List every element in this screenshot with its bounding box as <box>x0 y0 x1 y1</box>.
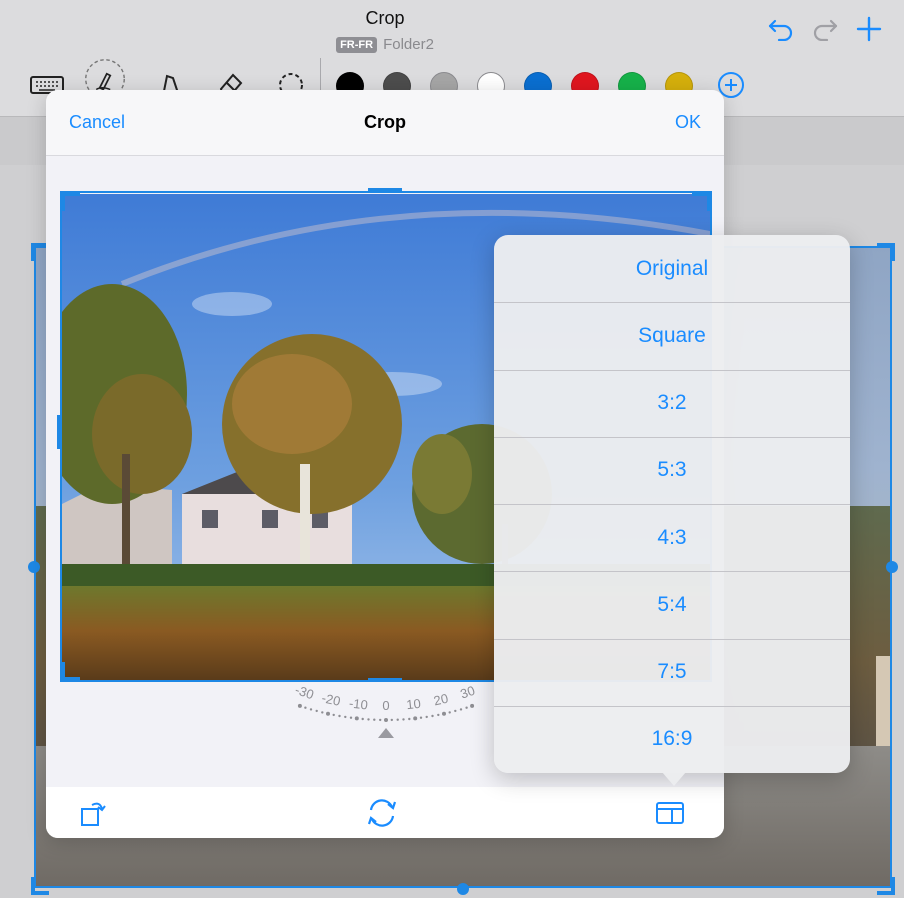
aspect-ratio-menu: Original Square 3:2 5:3 4:3 5:4 7:5 16:9 <box>494 235 850 773</box>
dial-tick <box>344 715 347 719</box>
dial-tick <box>470 703 475 708</box>
dial-tick <box>459 708 463 711</box>
aspect-option[interactable]: Square <box>494 302 850 369</box>
dial-tick <box>349 716 353 719</box>
dial-tick <box>425 715 428 719</box>
language-badge: FR-FR <box>336 37 378 53</box>
dial-tick <box>373 718 376 721</box>
dial-tick <box>379 718 382 722</box>
dial-tick <box>326 711 330 716</box>
dial-label: 10 <box>406 696 422 712</box>
resize-handle-bottom-left[interactable] <box>31 877 49 895</box>
menu-separator <box>494 638 850 640</box>
undo-icon[interactable] <box>766 14 796 44</box>
ok-button[interactable]: OK <box>675 112 701 133</box>
dial-tick <box>315 709 318 713</box>
dial-tick <box>408 717 411 721</box>
top-actions <box>766 14 884 44</box>
menu-separator <box>494 705 850 707</box>
aspect-option[interactable]: 5:3 <box>494 437 850 504</box>
aspect-option[interactable]: Original <box>494 235 850 302</box>
document-title: Crop <box>365 8 405 28</box>
dial-label: -30 <box>293 682 316 702</box>
resize-handle-right[interactable] <box>886 561 898 573</box>
dial-label: 30 <box>458 683 476 702</box>
menu-separator <box>494 504 850 505</box>
dial-tick <box>402 718 405 721</box>
add-icon[interactable] <box>854 14 884 44</box>
dial-tick <box>297 703 302 708</box>
resize-handle-bottom-right[interactable] <box>877 877 895 895</box>
popover-arrow <box>662 772 686 786</box>
dial-tick <box>304 706 307 709</box>
aspect-option[interactable]: 5:4 <box>494 571 850 638</box>
rotate-icon[interactable] <box>76 796 110 830</box>
dial-tick <box>354 716 359 721</box>
dial-label: 0 <box>382 698 389 713</box>
dial-label: -10 <box>348 696 368 713</box>
crop-edge-top[interactable] <box>368 188 402 192</box>
dialog-header: Cancel Crop OK <box>46 90 724 156</box>
dial-tick <box>448 711 451 714</box>
dial-tick <box>309 708 313 711</box>
resize-handle-bottom[interactable] <box>457 883 469 895</box>
menu-separator <box>494 369 850 371</box>
dialog-title: Crop <box>364 112 406 132</box>
aspect-option[interactable]: 4:3 <box>494 504 850 571</box>
dial-tick <box>338 714 341 718</box>
dial-tick <box>361 717 364 721</box>
dial-label: -20 <box>320 690 342 709</box>
dial-tick <box>367 718 370 721</box>
aspect-ratio-icon[interactable] <box>653 796 687 830</box>
document-subtitle: FR-FR Folder2 <box>0 36 770 53</box>
resize-handle-top-right[interactable] <box>877 243 895 261</box>
dial-tick <box>396 718 399 721</box>
redo-icon[interactable] <box>810 14 840 44</box>
dial-tick <box>332 713 335 717</box>
menu-separator <box>494 436 850 438</box>
dial-tick <box>442 711 446 716</box>
menu-separator <box>494 571 850 573</box>
crop-edge-left[interactable] <box>57 415 61 449</box>
menu-separator <box>494 302 850 304</box>
dial-tick <box>384 718 388 722</box>
dial-tick <box>390 718 393 722</box>
aspect-option[interactable]: 3:2 <box>494 370 850 437</box>
dial-tick <box>413 716 418 721</box>
dial-tick <box>437 713 440 717</box>
aspect-option[interactable]: 7:5 <box>494 639 850 706</box>
dial-tick <box>431 714 434 718</box>
dial-tick <box>321 711 324 714</box>
dial-label: 20 <box>432 691 449 709</box>
folder-name[interactable]: Folder2 <box>383 36 434 53</box>
resize-handle-left[interactable] <box>28 561 40 573</box>
dial-tick <box>465 706 468 709</box>
dialog-footer <box>46 787 724 838</box>
dial-tick <box>454 709 457 713</box>
dial-tick <box>419 716 423 719</box>
aspect-option[interactable]: 16:9 <box>494 706 850 773</box>
flip-icon[interactable] <box>365 796 399 830</box>
